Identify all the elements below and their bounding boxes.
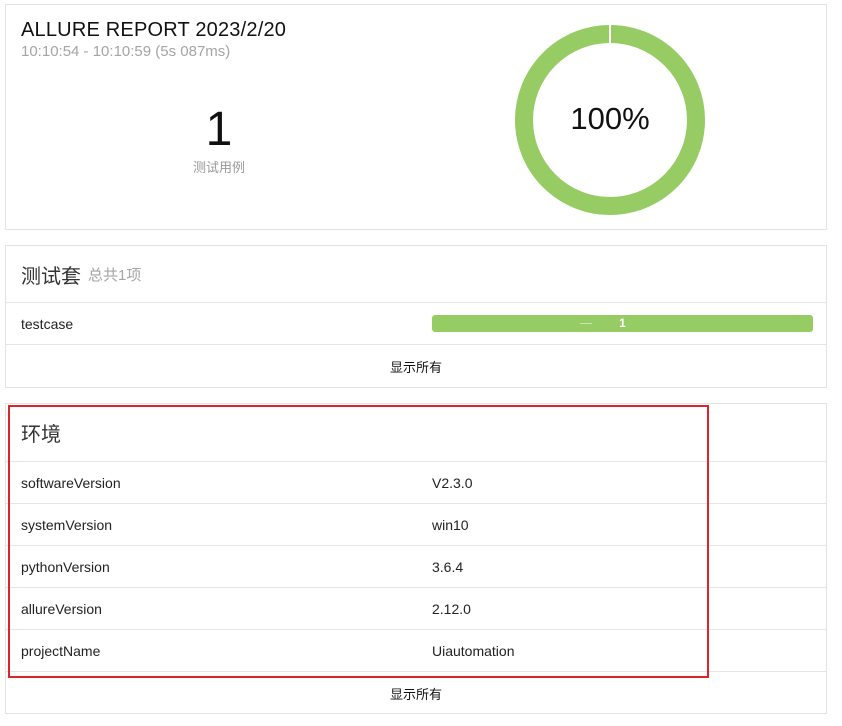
env-value: 3.6.4 — [432, 559, 464, 575]
environment-widget: 环境 softwareVersion V2.3.0 systemVersion … — [5, 403, 827, 714]
env-row: pythonVersion 3.6.4 — [6, 546, 826, 588]
environment-show-all-link[interactable]: 显示所有 — [6, 672, 826, 714]
env-value: 2.12.0 — [432, 601, 471, 617]
env-row: projectName Uiautomation — [6, 630, 826, 672]
suite-row[interactable]: testcase 1 — [6, 303, 826, 345]
env-key: softwareVersion — [21, 475, 121, 491]
suites-header: 测试套 总共1项 — [6, 246, 826, 303]
env-value: Uiautomation — [432, 643, 515, 659]
suite-name[interactable]: testcase — [21, 316, 73, 332]
env-row: allureVersion 2.12.0 — [6, 588, 826, 630]
env-value: V2.3.0 — [432, 475, 473, 491]
environment-header: 环境 — [6, 404, 826, 462]
suites-title: 测试套 — [21, 265, 81, 288]
env-row: systemVersion win10 — [6, 504, 826, 546]
env-key: systemVersion — [21, 517, 113, 533]
environment-title: 环境 — [21, 424, 61, 446]
test-count-number: 1 — [205, 103, 233, 156]
env-row: softwareVersion V2.3.0 — [6, 462, 826, 504]
suites-subtitle: 总共1项 — [88, 266, 142, 284]
suite-status-bar[interactable]: 1 — [432, 315, 813, 332]
suite-passed-count: 1 — [619, 316, 626, 330]
suites-widget: 测试套 总共1项 testcase 1 显示所有 — [5, 245, 827, 388]
env-key: projectName — [21, 643, 101, 659]
suites-show-all-link[interactable]: 显示所有 — [6, 345, 826, 387]
report-time-range: 10:10:54 - 10:10:59 (5s 087ms) — [21, 43, 231, 60]
env-key: pythonVersion — [21, 559, 110, 575]
test-count-label: 测试用例 — [192, 160, 245, 175]
pass-rate-percent: 100% — [570, 101, 650, 136]
test-count-block: 1 测试用例 — [156, 103, 282, 176]
report-title: ALLURE REPORT 2023/2/20 — [21, 19, 287, 41]
env-value: win10 — [432, 517, 469, 533]
env-key: allureVersion — [21, 601, 102, 617]
